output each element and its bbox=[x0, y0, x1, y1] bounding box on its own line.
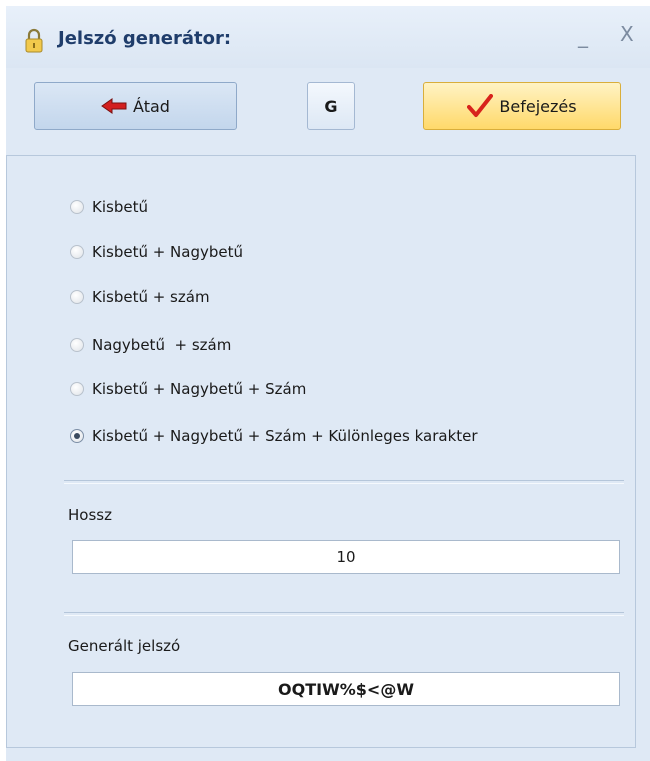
option-lowercase[interactable]: Kisbetű bbox=[70, 198, 148, 216]
generated-password-label: Generált jelszó bbox=[68, 637, 181, 655]
radio-button[interactable] bbox=[70, 290, 84, 304]
close-button[interactable]: X bbox=[620, 22, 634, 46]
option-label: Kisbetű + Nagybetű + Szám + Különleges k… bbox=[92, 427, 478, 445]
option-lower-number[interactable]: Kisbetű + szám bbox=[70, 288, 210, 306]
generate-button[interactable]: G bbox=[307, 82, 355, 130]
divider bbox=[64, 612, 624, 616]
minimize-button[interactable]: _ bbox=[578, 24, 588, 48]
option-label: Kisbetű + szám bbox=[92, 288, 210, 306]
option-lower-upper-number[interactable]: Kisbetű + Nagybetű + Szám bbox=[70, 380, 306, 398]
option-label: Kisbetű + Nagybetű + Szám bbox=[92, 380, 307, 398]
length-value: 10 bbox=[336, 548, 356, 566]
finish-button[interactable]: Befejezés bbox=[423, 82, 621, 130]
radio-button[interactable] bbox=[70, 245, 84, 259]
generated-password-field[interactable]: OQTIW%$<@W bbox=[72, 672, 620, 706]
transfer-label: Átad bbox=[133, 96, 170, 116]
generated-password-value: OQTIW%$<@W bbox=[278, 679, 414, 699]
radio-button[interactable] bbox=[70, 200, 84, 214]
length-label: Hossz bbox=[68, 506, 112, 524]
option-label: Kisbetű bbox=[92, 198, 148, 216]
option-label: Nagybetű + szám bbox=[92, 336, 232, 354]
option-lower-upper[interactable]: Kisbetű + Nagybetű bbox=[70, 243, 243, 261]
checkmark-icon bbox=[467, 94, 494, 117]
radio-button[interactable] bbox=[70, 338, 84, 352]
length-input[interactable]: 10 bbox=[72, 540, 620, 574]
finish-label: Befejezés bbox=[499, 96, 577, 116]
option-upper-number[interactable]: Nagybetű + szám bbox=[70, 336, 231, 354]
radio-button-selected[interactable] bbox=[70, 429, 84, 443]
arrow-left-icon bbox=[101, 98, 127, 114]
transfer-button[interactable]: Átad bbox=[34, 82, 237, 130]
title-bar: Jelszó generátor: _ X bbox=[6, 6, 650, 68]
generate-label: G bbox=[324, 96, 338, 116]
divider bbox=[64, 480, 624, 484]
lock-icon bbox=[25, 28, 43, 53]
window-title: Jelszó generátor: bbox=[58, 28, 232, 49]
option-label: Kisbetű + Nagybetű bbox=[92, 243, 244, 261]
option-all-special[interactable]: Kisbetű + Nagybetű + Szám + Különleges k… bbox=[70, 427, 478, 445]
radio-button[interactable] bbox=[70, 382, 84, 396]
